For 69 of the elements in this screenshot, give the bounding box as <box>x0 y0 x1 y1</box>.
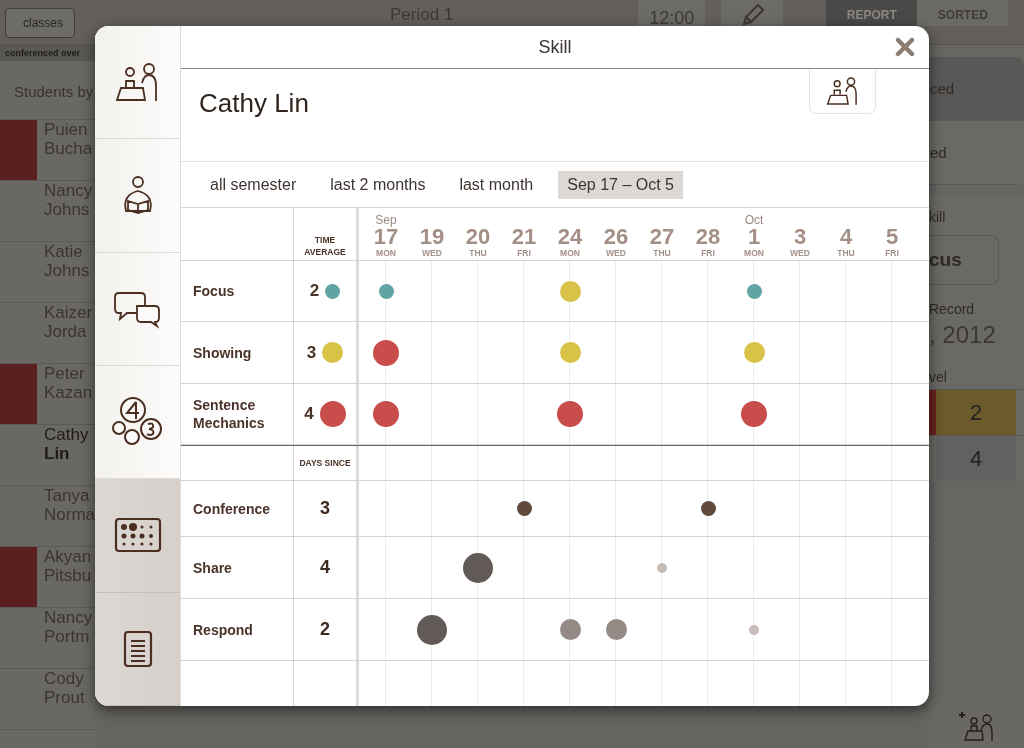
date-label: 3 <box>793 226 807 248</box>
month-label: Oct <box>744 214 764 226</box>
section-tab[interactable] <box>95 592 180 706</box>
back-button[interactable]: classes <box>5 8 75 38</box>
month-label: Sep <box>375 214 397 226</box>
skill-name: Focus <box>192 282 235 300</box>
range-tab[interactable]: all semester <box>201 170 306 199</box>
date-label: 1 <box>747 226 761 248</box>
date-label: 24 <box>557 226 583 248</box>
range-tab[interactable]: last month <box>450 170 543 199</box>
conference-button[interactable] <box>809 69 876 114</box>
weekday-label: THU <box>653 248 671 258</box>
activity-name: Respond <box>192 620 253 639</box>
record-label: Record <box>929 300 976 319</box>
range-tab[interactable]: Sep 17 – Oct 5 <box>558 170 683 199</box>
date-label: 19 <box>419 226 445 248</box>
weekday-label: WED <box>790 248 810 258</box>
activity-name: Share <box>192 558 232 577</box>
weekday-label: FRI <box>885 248 899 258</box>
student-name: Cathy Lin <box>199 88 309 119</box>
date-label: 20 <box>465 226 491 248</box>
range-tab[interactable]: last 2 months <box>321 170 435 199</box>
close-icon <box>895 37 915 57</box>
column-header: DAYS SINCE <box>298 457 352 469</box>
weekday-label: MON <box>744 248 764 258</box>
average-value: 2 <box>309 281 320 301</box>
last-name: Lin <box>44 444 71 465</box>
column-header: TIME AVERAGE <box>303 234 347 258</box>
date-label: 17 <box>373 226 399 248</box>
weekday-label: THU <box>469 248 487 258</box>
weekday-label: MON <box>376 248 396 258</box>
date-label: 27 <box>649 226 675 248</box>
level-label: vel <box>929 368 948 387</box>
flag-marker <box>0 120 37 180</box>
skill-label: kill <box>929 208 947 227</box>
close-button[interactable] <box>895 37 915 57</box>
section-tab[interactable] <box>95 26 180 140</box>
dot-grid-icon <box>113 517 162 554</box>
weekday-label: FRI <box>517 248 531 258</box>
section-tab[interactable] <box>95 139 180 253</box>
days-since-value: 2 <box>320 619 330 640</box>
first-name: Cathy <box>44 425 89 444</box>
average-value: 3 <box>306 342 317 363</box>
section-tab[interactable] <box>95 252 180 366</box>
skill-name: Showing <box>192 343 252 362</box>
section-tab[interactable] <box>95 479 180 593</box>
weekday-label: MON <box>560 248 580 258</box>
skill-name: Sentence Mechanics <box>192 396 266 432</box>
weekday-label: FRI <box>701 248 715 258</box>
date-label: 5 <box>885 226 899 248</box>
list-banner: conferenced over <box>0 45 95 61</box>
flag-marker <box>0 364 37 424</box>
view-tab[interactable]: REPORT <box>826 0 918 26</box>
days-since-value: 3 <box>320 498 330 519</box>
document-icon <box>122 629 153 668</box>
dialog-title: Skill <box>538 36 572 58</box>
date-label: 21 <box>511 226 537 248</box>
date-label: 26 <box>603 226 629 248</box>
section-tab[interactable] <box>95 366 180 480</box>
flag-marker <box>0 547 37 607</box>
activity-name: Conference <box>192 499 271 518</box>
average-value: 4 <box>304 404 314 424</box>
weekday-label: WED <box>606 248 626 258</box>
date-label: 28 <box>695 226 721 248</box>
date-label: 4 <box>839 226 853 248</box>
days-since-value: 4 <box>320 557 330 578</box>
weekday-label: WED <box>422 248 442 258</box>
weekday-label: THU <box>837 248 855 258</box>
level-value: 2 <box>929 390 1016 435</box>
